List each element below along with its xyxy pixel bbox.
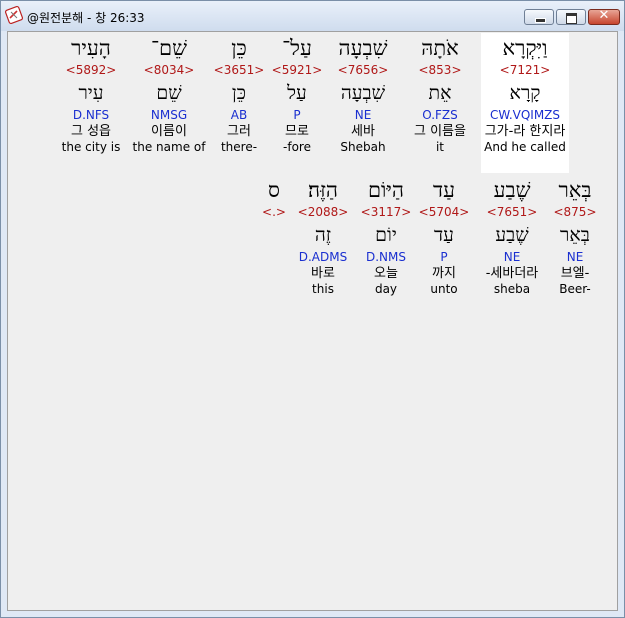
english-gloss: this [312,282,334,296]
strong-number[interactable]: <7121> [481,63,569,77]
korean-gloss: 바로 [311,266,335,281]
app-window: @원전분해 - 창 26:33 ✕ וַיִּקְרָא <7121> קָרָ… [0,0,625,618]
hebrew-word: אֹתָהּ [421,36,459,60]
morphology-code: CW.VQIMZS [489,108,561,122]
interlinear-panel: וַיִּקְרָא <7121> קָרָא CW.VQIMZS 그가-라 한… [7,31,618,611]
lexical-form: זֶה [314,224,332,246]
word-column[interactable]: שֵׁם־ <8034> שֵׁם NMSG 이름이 the name of [125,33,213,155]
english-gloss: the name of [132,140,206,154]
lexical-form: אֵת [428,82,452,104]
lexical-form: קָרָא [509,82,541,104]
word-column[interactable]: הָעִיר <5892> עִיר D.NFS 그 성읍 the city i… [47,33,135,155]
morphology-code: D.NFS [72,108,110,122]
strong-number[interactable]: <.> [244,205,304,219]
hebrew-word: הָעִיר [71,36,111,60]
strong-number[interactable]: <853> [396,63,484,77]
korean-gloss: 그가-라 한지라 [484,124,566,139]
english-gloss: And he called [484,140,566,154]
close-button[interactable]: ✕ [588,8,620,25]
minimize-button[interactable] [524,9,554,25]
lexical-form: עִיר [78,82,104,104]
strong-number[interactable]: <8034> [125,63,213,77]
app-logo-icon [5,6,23,24]
maximize-button[interactable] [556,9,586,25]
hebrew-word: וַיִּקְרָא [502,36,548,60]
korean-gloss: 그 성읍 [70,124,111,139]
hebrew-word: ס [268,178,280,202]
english-gloss: the city is [61,140,121,154]
word-column[interactable]: ס <.> [244,175,304,219]
morphology-code: D.ADMS [298,250,348,264]
english-gloss: it [435,140,445,154]
word-column[interactable]: אֹתָהּ <853> אֵת O.FZS 그 이름을 it [396,33,484,155]
korean-gloss: 이름이 [151,124,187,139]
window-title: @원전분해 - 창 26:33 [27,11,145,25]
close-icon: ✕ [598,8,610,23]
hebrew-word: שֵׁם־ [150,36,187,60]
title-bar[interactable]: @원전분해 - 창 26:33 ✕ [1,1,624,31]
word-column[interactable]: וַיִּקְרָא <7121> קָרָא CW.VQIMZS 그가-라 한… [481,33,569,173]
korean-gloss: 그 이름을 [414,124,466,139]
morphology-code: NMSG [150,108,188,122]
lexical-form: שֵׁם [156,82,182,104]
morphology-code: O.FZS [422,108,458,122]
strong-number[interactable]: <5892> [47,63,135,77]
